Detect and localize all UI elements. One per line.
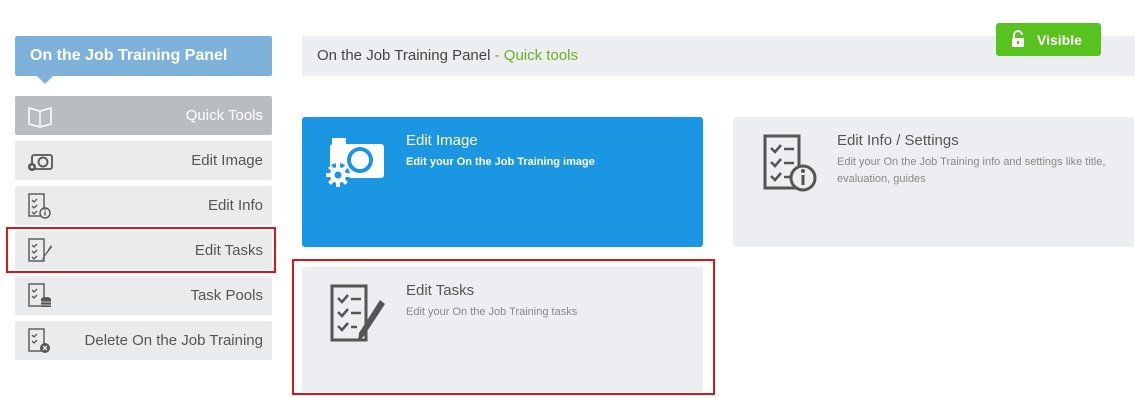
sidebar-item-edit-info[interactable]: Edit Info [15, 186, 272, 225]
tile-description: Edit your On the Job Training image [406, 156, 595, 168]
sidebar-item-delete[interactable]: Delete On the Job Training [15, 321, 272, 360]
checklist-database-icon [28, 283, 51, 307]
visible-label: Visible [1037, 32, 1082, 48]
tile-edit-info[interactable]: Edit Info / Settings Edit your On the Jo… [733, 117, 1134, 247]
tile-edit-tasks[interactable]: Edit Tasks Edit your On the Job Training… [302, 267, 703, 392]
tile-description: Edit your On the Job Training info and s… [837, 156, 1106, 185]
sidebar-item-edit-image[interactable]: Edit Image [15, 141, 272, 180]
checklist-info-icon [763, 134, 817, 192]
sidebar-item-task-pools[interactable]: Task Pools [15, 276, 272, 315]
breadcrumb-separator: - [490, 47, 504, 64]
tile-title: Edit Image [406, 132, 478, 149]
sidebar-item-label: Edit Tasks [194, 242, 263, 259]
tile-edit-image[interactable]: Edit Image Edit your On the Job Training… [302, 117, 703, 247]
book-icon [28, 106, 52, 128]
camera-gear-icon [28, 154, 53, 171]
tile-title: Edit Info / Settings [837, 132, 959, 149]
sidebar-item-label: Edit Info [207, 197, 263, 214]
tile-title: Edit Tasks [406, 282, 475, 299]
sidebar-item-label: Delete On the Job Training [84, 332, 263, 349]
checklist-info-icon [28, 193, 51, 219]
unlock-icon [1012, 30, 1024, 47]
visible-button[interactable]: Visible [996, 23, 1101, 56]
checklist-pen-icon [330, 284, 385, 342]
sidebar-item-edit-tasks[interactable]: Edit Tasks [15, 231, 272, 270]
sidebar-item-label: Quick Tools [185, 107, 263, 124]
checklist-delete-icon [28, 328, 50, 353]
sidebar-item-label: Edit Image [191, 152, 263, 169]
sidebar-item-label: Task Pools [190, 287, 263, 304]
breadcrumb-title: On the Job Training Panel [317, 47, 491, 64]
checklist-pen-icon [28, 238, 52, 262]
panel-title: On the Job Training Panel [15, 36, 272, 84]
tile-description: Edit your On the Job Training tasks [406, 306, 578, 318]
sidebar-item-quick-tools[interactable]: Quick Tools [15, 96, 272, 135]
camera-gear-icon [326, 138, 384, 187]
breadcrumb-subtitle: Quick tools [503, 47, 578, 64]
